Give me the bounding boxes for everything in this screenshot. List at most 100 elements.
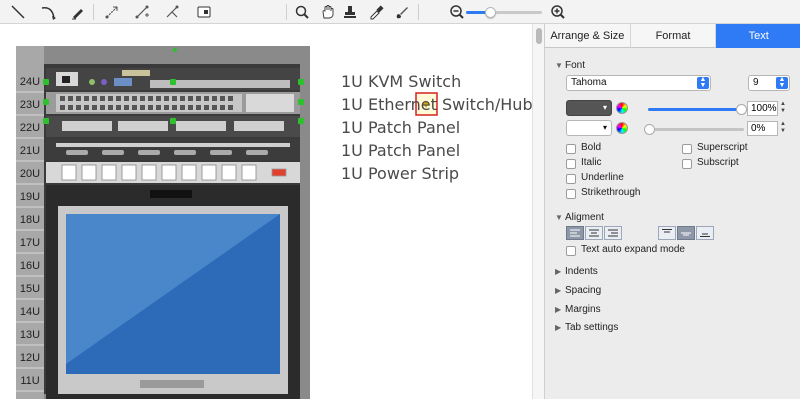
align-right-icon (608, 229, 618, 237)
bold-checkbox[interactable] (566, 144, 576, 154)
power-strip-device[interactable] (46, 162, 300, 183)
align-middle-icon (681, 232, 691, 236)
rack-unit-label: 19U (19, 191, 41, 203)
strikethrough-checkbox[interactable] (566, 189, 576, 199)
indents-section-header[interactable]: ▶ Indents (555, 266, 598, 277)
rack-unit-label: 20U (19, 168, 41, 180)
text-color-well[interactable]: ▾ (566, 100, 612, 116)
chevron-right-icon: ▶ (555, 286, 562, 295)
stepper-icon[interactable]: ▲ ▼ (779, 101, 787, 116)
pen-icon[interactable] (66, 2, 89, 22)
device-label-patch-panel-1[interactable]: 1U Patch Panel (341, 118, 460, 137)
superscript-label: Superscript (697, 142, 748, 153)
tab-settings-section-header[interactable]: ▶ Tab settings (555, 322, 618, 333)
stepper-icon[interactable]: ▲ ▼ (779, 121, 787, 136)
device-label-patch-panel-2[interactable]: 1U Patch Panel (341, 141, 460, 160)
align-right-button[interactable] (604, 226, 622, 240)
toolbar (0, 0, 800, 24)
app-window: ✦ 24U 23U 22U 21U 20U 19U 18U 17U 16U 15… (0, 0, 800, 399)
route-icon[interactable] (160, 2, 183, 22)
underline-checkbox[interactable] (566, 174, 576, 184)
italic-checkbox[interactable] (566, 159, 576, 169)
brush-icon[interactable] (390, 2, 413, 22)
tab-text[interactable]: Text (716, 24, 800, 48)
font-size-select[interactable]: 9 ▲ ▼ (748, 75, 790, 91)
search-icon[interactable] (290, 2, 313, 22)
font-family-value: Tahoma (571, 77, 607, 88)
shape-menu-icon[interactable] (192, 2, 215, 22)
tab-format[interactable]: Format (631, 24, 717, 48)
device-label-ethernet[interactable]: 1U Ethernet Switch/Hub (341, 95, 532, 114)
align-middle-button[interactable] (677, 226, 695, 240)
bold-label: Bold (581, 142, 602, 153)
canvas-scrollbar[interactable] (532, 24, 544, 399)
font-section-title: Font (565, 60, 586, 71)
align-center-button[interactable] (585, 226, 603, 240)
zoom-slider[interactable] (466, 7, 542, 18)
rack-unit-label: 15U (19, 283, 41, 295)
align-center-icon (589, 229, 599, 237)
drawing-canvas[interactable]: ✦ 24U 23U 22U 21U 20U 19U 18U 17U 16U 15… (0, 24, 532, 399)
chevron-right-icon: ▶ (555, 305, 562, 314)
line-icon[interactable] (6, 2, 29, 22)
alignment-section-header[interactable]: ▼ Aligment (555, 212, 604, 223)
scrollbar-thumb[interactable] (536, 28, 542, 44)
strikethrough-label: Strikethrough (581, 187, 641, 198)
spacing-section-header[interactable]: ▶ Spacing (555, 285, 601, 296)
hand-icon[interactable] (316, 2, 339, 22)
stamp-icon[interactable] (338, 2, 361, 22)
rack-unit-label: 17U (19, 237, 41, 249)
zoom-out-icon[interactable] (445, 2, 468, 22)
highlight-slider-knob[interactable] (644, 124, 655, 135)
select-arrows-icon: ▲ ▼ (697, 76, 709, 89)
rack-unit-label: 18U (19, 214, 41, 226)
auto-expand-label: Text auto expand mode (581, 244, 685, 255)
rack-unit-label: 21U (19, 145, 41, 157)
opacity-slider-knob[interactable] (736, 104, 747, 115)
font-family-select[interactable]: Tahoma ▲ ▼ (566, 75, 711, 91)
zoom-in-icon[interactable] (546, 2, 569, 22)
rack-unit-label: 13U (19, 329, 41, 341)
font-section-header[interactable]: ▼ Font (555, 60, 585, 71)
device-label-kvm[interactable]: 1U KVM Switch (341, 72, 461, 91)
align-top-button[interactable] (658, 226, 676, 240)
align-left-button[interactable] (566, 226, 584, 240)
spacing-section-title: Spacing (565, 285, 602, 296)
margins-section-header[interactable]: ▶ Margins (555, 304, 601, 315)
rack-unit-label: 14U (19, 306, 41, 318)
highlight-color-well[interactable]: ▾ (566, 120, 612, 136)
rack-unit-label: 16U (19, 260, 41, 272)
monitor-device[interactable] (46, 185, 300, 399)
underline-label: Underline (581, 172, 624, 183)
auto-expand-checkbox[interactable] (566, 246, 576, 256)
subscript-checkbox[interactable] (682, 159, 692, 169)
highlight-slider[interactable] (644, 124, 744, 135)
chevron-down-icon: ▼ (555, 213, 563, 222)
align-bottom-button[interactable] (696, 226, 714, 240)
chevron-right-icon: ▶ (555, 267, 562, 276)
toolbar-divider (418, 4, 419, 20)
device-label-power-strip[interactable]: 1U Power Strip (341, 164, 459, 183)
font-size-value: 9 (753, 77, 759, 88)
connector-icon[interactable] (100, 2, 123, 22)
patch-panel-device[interactable] (46, 139, 300, 160)
color-wheel-icon[interactable] (616, 102, 628, 114)
smart-connector-icon[interactable] (130, 2, 153, 22)
align-top-icon (662, 229, 672, 233)
zoom-slider-knob[interactable] (485, 7, 497, 18)
rack-unit-label: 23U (19, 99, 41, 111)
tab-arrange-size[interactable]: Arrange & Size (545, 24, 631, 48)
opacity-field[interactable]: 100% (747, 101, 778, 116)
superscript-checkbox[interactable] (682, 144, 692, 154)
toolbar-divider (93, 4, 94, 20)
tab-settings-section-title: Tab settings (565, 322, 619, 333)
inspector-panel: Arrange & Size Format Text ▼ Font Tahoma … (544, 24, 800, 399)
chevron-down-icon: ▾ (602, 123, 607, 132)
ethernet-switch-device[interactable] (46, 92, 300, 114)
opacity-slider[interactable] (648, 104, 747, 115)
highlight-field[interactable]: 0% (747, 121, 778, 136)
subscript-label: Subscript (697, 157, 739, 168)
eyedropper-icon[interactable] (364, 2, 387, 22)
arc-icon[interactable] (36, 2, 59, 22)
color-wheel-icon[interactable] (616, 122, 628, 134)
